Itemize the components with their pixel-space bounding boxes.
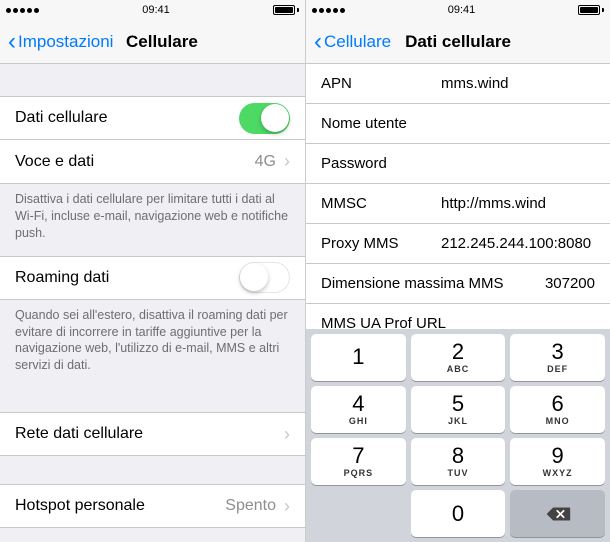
back-label: Cellulare <box>324 32 391 52</box>
key-1[interactable]: 1 <box>311 334 406 381</box>
toggle-dati-cellulare[interactable] <box>239 103 290 134</box>
nav-bar: ‹ Impostazioni Cellulare <box>0 20 305 64</box>
field-ua-prof-url[interactable]: MMS UA Prof URL <box>306 304 610 329</box>
chevron-right-icon: › <box>284 424 290 445</box>
chevron-left-icon: ‹ <box>314 30 322 54</box>
cell-value: 4G <box>255 153 276 171</box>
key-4[interactable]: 4GHI <box>311 386 406 433</box>
back-label: Impostazioni <box>18 32 113 52</box>
key-7[interactable]: 7PQRS <box>311 438 406 485</box>
phone-dati-cellulare: 09:41 ‹ Cellulare Dati cellulare APN mms… <box>305 0 610 542</box>
chevron-left-icon: ‹ <box>8 30 16 54</box>
key-6[interactable]: 6MNO <box>510 386 605 433</box>
key-2[interactable]: 2ABC <box>411 334 506 381</box>
field-mmsc[interactable]: MMSC http://mms.wind <box>306 184 610 224</box>
cell-label: Voce e dati <box>15 153 255 171</box>
content-scroll[interactable]: APN mms.wind Nome utente Password MMSC h… <box>306 64 610 542</box>
chevron-right-icon: › <box>284 496 290 517</box>
toggle-roaming[interactable] <box>239 262 290 293</box>
field-proxy-mms[interactable]: Proxy MMS 212.245.244.100:8080 <box>306 224 610 264</box>
cell-label: Rete dati cellulare <box>15 425 276 443</box>
field-password[interactable]: Password <box>306 144 610 184</box>
field-label: MMSC <box>321 195 441 212</box>
field-label: APN <box>321 75 441 92</box>
field-value[interactable]: mms.wind <box>441 75 595 92</box>
status-time: 09:41 <box>142 4 170 16</box>
nav-bar: ‹ Cellulare Dati cellulare <box>306 20 610 64</box>
signal-dots <box>6 8 39 13</box>
cell-rete-dati[interactable]: Rete dati cellulare › <box>0 412 305 456</box>
field-label: Password <box>321 155 441 172</box>
status-time: 09:41 <box>448 4 476 16</box>
back-button[interactable]: ‹ Cellulare <box>314 30 391 54</box>
status-bar: 09:41 <box>0 0 305 20</box>
phone-cellular-settings: 09:41 ‹ Impostazioni Cellulare Dati cell… <box>0 0 305 542</box>
back-button[interactable]: ‹ Impostazioni <box>8 30 113 54</box>
chevron-right-icon: › <box>284 151 290 172</box>
footer-note: Disattiva i dati cellulare per limitare … <box>0 184 305 256</box>
key-9[interactable]: 9WXYZ <box>510 438 605 485</box>
field-nome-utente[interactable]: Nome utente <box>306 104 610 144</box>
cell-dati-cellulare[interactable]: Dati cellulare <box>0 96 305 140</box>
cell-voce-dati[interactable]: Voce e dati 4G › <box>0 140 305 184</box>
battery-icon <box>578 5 604 15</box>
key-3[interactable]: 3DEF <box>510 334 605 381</box>
section-header: DURATA CHIAMATE <box>0 528 305 542</box>
numeric-keypad: 1 2ABC 3DEF 4GHI 5JKL 6MNO 7PQRS 8TUV 9W… <box>306 329 610 542</box>
cell-value: Spento <box>225 497 276 515</box>
battery-icon <box>273 5 299 15</box>
field-value[interactable]: 212.245.244.100:8080 <box>441 235 595 252</box>
field-value[interactable]: 307200 <box>514 275 595 292</box>
key-empty <box>311 490 406 537</box>
key-8[interactable]: 8TUV <box>411 438 506 485</box>
key-5[interactable]: 5JKL <box>411 386 506 433</box>
field-label: Dimensione massima MMS <box>321 275 504 292</box>
cell-label: Hotspot personale <box>15 497 225 515</box>
cell-label: Dati cellulare <box>15 109 239 127</box>
cell-roaming[interactable]: Roaming dati <box>0 256 305 300</box>
page-title: Cellulare <box>126 32 305 52</box>
backspace-icon <box>545 505 571 523</box>
signal-dots <box>312 8 345 13</box>
cell-hotspot[interactable]: Hotspot personale Spento › <box>0 484 305 528</box>
cell-label: Roaming dati <box>15 269 239 287</box>
key-0[interactable]: 0 <box>411 490 506 537</box>
status-bar: 09:41 <box>306 0 610 20</box>
field-apn[interactable]: APN mms.wind <box>306 64 610 104</box>
key-backspace[interactable] <box>510 490 605 537</box>
field-label: Nome utente <box>321 115 441 132</box>
field-dim-max-mms[interactable]: Dimensione massima MMS 307200 <box>306 264 610 304</box>
field-label: Proxy MMS <box>321 235 441 252</box>
footer-note: Quando sei all'estero, disattiva il roam… <box>0 300 305 389</box>
field-value[interactable]: http://mms.wind <box>441 195 595 212</box>
field-label: MMS UA Prof URL <box>321 315 446 329</box>
content-scroll[interactable]: Dati cellulare Voce e dati 4G › Disattiv… <box>0 64 305 542</box>
